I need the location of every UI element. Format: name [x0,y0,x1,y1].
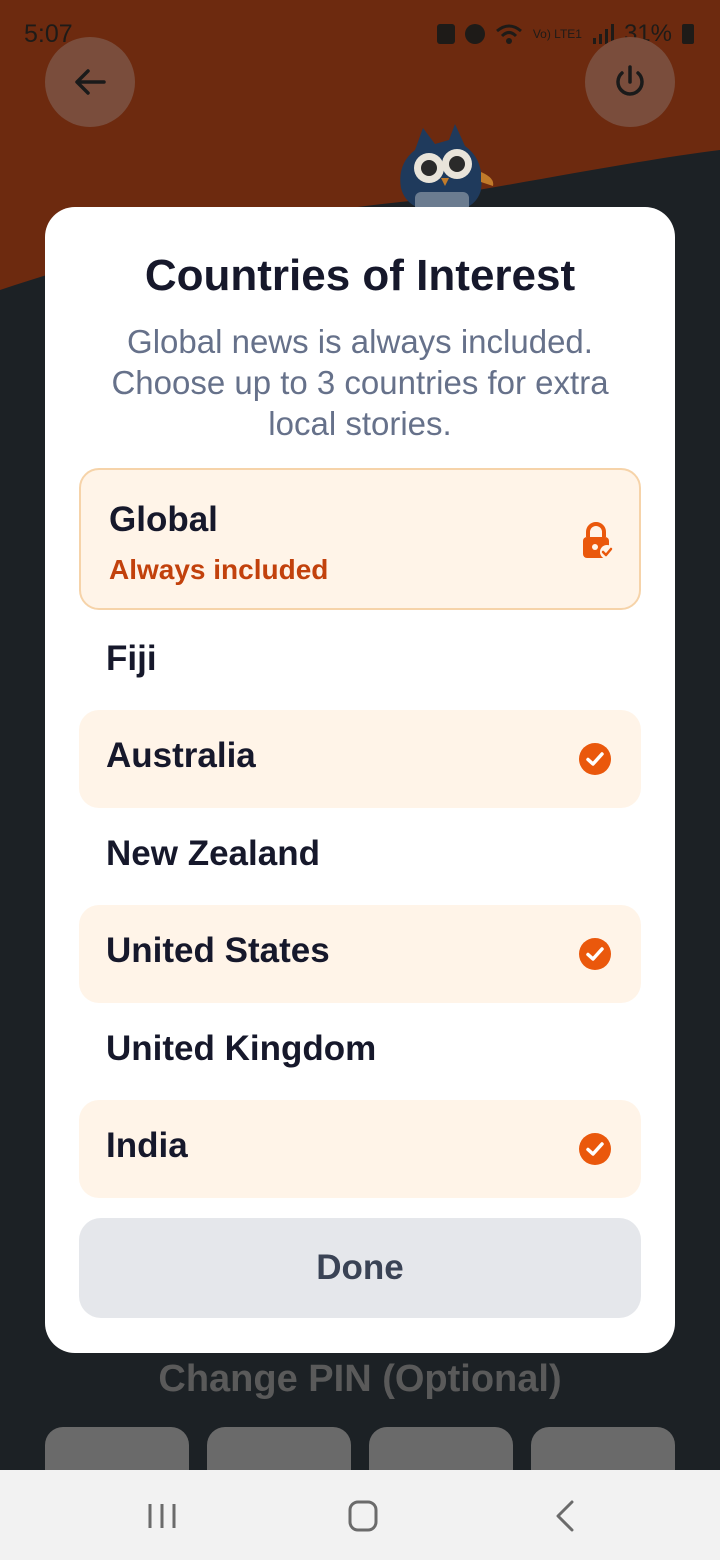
country-label: India [106,1126,188,1165]
lock-check-icon [583,522,614,559]
country-option-fiji[interactable]: Fiji [79,613,641,711]
country-option-india[interactable]: India [79,1100,641,1198]
recents-icon[interactable] [138,1498,188,1534]
country-option-united-states[interactable]: United States [79,905,641,1003]
check-circle-icon [579,743,611,775]
back-nav-icon[interactable] [540,1498,590,1534]
home-icon[interactable] [338,1498,388,1534]
country-label: United States [106,931,330,970]
country-option-australia[interactable]: Australia [79,710,641,808]
country-option-new-zealand[interactable]: New Zealand [79,808,641,906]
check-circle-icon [579,938,611,970]
done-button[interactable]: Done [79,1218,641,1318]
system-nav-bar [0,1470,720,1560]
dialog-title: Countries of Interest [144,251,576,300]
dialog-subtitle: Global news is always included. Choose u… [111,323,609,442]
country-label: Australia [106,736,256,775]
country-option-united-kingdom[interactable]: United Kingdom [79,1003,641,1101]
global-option: Global Always included [79,468,641,610]
country-label: Fiji [106,639,157,678]
global-note: Always included [109,554,329,585]
country-label: New Zealand [106,834,320,873]
check-circle-icon [579,1133,611,1165]
global-label: Global [109,500,218,539]
countries-dialog: Countries of Interest Global news is alw… [45,207,675,1353]
country-label: United Kingdom [106,1029,377,1068]
